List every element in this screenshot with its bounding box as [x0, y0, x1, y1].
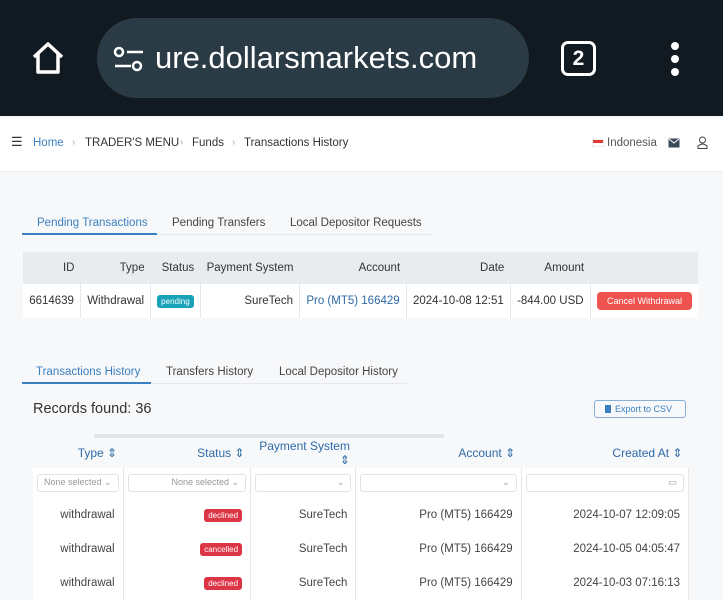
account-link[interactable]: Pro (MT5) 166429: [299, 284, 407, 318]
breadcrumb-funds[interactable]: Funds: [192, 137, 224, 149]
cell-type: Withdrawal: [80, 284, 152, 318]
column-header: Type: [80, 252, 151, 284]
tab-local-depositor-history[interactable]: Local Depositor History: [279, 366, 398, 378]
table-row: withdrawal declined SureTech Pro (MT5) 1…: [33, 566, 690, 600]
column-header: ID: [23, 252, 81, 284]
tab-count-button[interactable]: 2: [561, 41, 596, 76]
menu-icon[interactable]: ☰: [11, 134, 23, 150]
breadcrumb-home[interactable]: Home: [33, 137, 64, 149]
column-header: Date: [406, 252, 511, 284]
url-bar[interactable]: ure.dollarsmarkets.com: [97, 18, 529, 98]
calendar-icon: ▭: [668, 477, 677, 487]
type-filter[interactable]: None selected ⌄: [37, 474, 119, 492]
account-link[interactable]: Pro (MT5) 166429: [355, 498, 522, 532]
cell-type: withdrawal: [33, 532, 124, 566]
tab-pending-transfers[interactable]: Pending Transfers: [172, 217, 265, 229]
cell-amount: -844.00 USD: [510, 284, 591, 318]
breadcrumb-current: Transactions History: [244, 137, 349, 149]
breadcrumb-traders-menu[interactable]: TRADER'S MENU: [85, 137, 179, 149]
breadcrumb-separator: ›: [72, 137, 76, 148]
user-icon[interactable]: [697, 136, 708, 149]
cell-created-at: 2024-10-07 12:09:05: [521, 498, 690, 532]
cell-type: withdrawal: [33, 498, 124, 532]
indonesia-flag-icon: [592, 139, 604, 147]
column-header: [590, 252, 698, 284]
sort-account[interactable]: Account ⇕: [356, 438, 521, 468]
url-text: ure.dollarsmarkets.com: [155, 40, 478, 75]
status-badge: cancelled: [200, 542, 243, 556]
account-link[interactable]: Pro (MT5) 166429: [355, 532, 522, 566]
export-csv-button[interactable]: Export to CSV: [594, 400, 686, 418]
breadcrumb-separator: ›: [232, 137, 236, 148]
sort-payment-system[interactable]: Payment System ⇕: [251, 438, 356, 468]
breadcrumb-separator: ›: [180, 137, 184, 148]
status-badge: declined: [204, 508, 243, 522]
cell-payment-system: SureTech: [200, 284, 300, 318]
cancel-withdrawal-button[interactable]: Cancel Withdrawal: [596, 292, 692, 310]
status-filter[interactable]: None selected ⌄: [127, 474, 247, 492]
sort-created-at[interactable]: Created At ⇕: [521, 438, 688, 468]
status-badge: pending: [157, 294, 194, 308]
language-selector[interactable]: Indonesia: [607, 137, 657, 149]
export-label: Export to CSV: [615, 404, 673, 414]
site-settings-icon[interactable]: [113, 44, 145, 74]
page-header: ☰ Home › TRADER'S MENU › Funds › Transac…: [0, 118, 723, 172]
table-header-row: Type ⇕ Status ⇕ Payment System ⇕ Account…: [33, 438, 689, 468]
cell-payment-system: SureTech: [250, 532, 357, 566]
table-header-row: ID Type Status Payment System Account Da…: [23, 252, 698, 284]
file-icon: [605, 405, 611, 413]
active-tab-indicator: [22, 382, 151, 384]
cell-id: 6614639: [23, 284, 81, 318]
column-header: Amount: [510, 252, 591, 284]
sort-type[interactable]: Type ⇕: [33, 438, 123, 468]
cell-date: 2024-10-08 12:51: [406, 284, 511, 318]
cell-type: withdrawal: [33, 566, 124, 600]
mail-icon[interactable]: [668, 138, 680, 148]
home-icon[interactable]: [30, 40, 66, 76]
sort-status[interactable]: Status ⇕: [123, 438, 250, 468]
cell-payment-system: SureTech: [250, 498, 357, 532]
tab-transfers-history[interactable]: Transfers History: [166, 366, 253, 378]
browser-bar: ure.dollarsmarkets.com 2: [0, 0, 723, 116]
cell-created-at: 2024-10-05 04:05:47: [521, 532, 690, 566]
more-menu-icon[interactable]: [668, 40, 682, 78]
transactions-history-table: Type ⇕ Status ⇕ Payment System ⇕ Account…: [33, 438, 690, 600]
column-header: Payment System: [200, 252, 300, 284]
active-tab-indicator: [22, 233, 157, 235]
cell-created-at: 2024-10-03 07:16:13: [521, 566, 690, 600]
account-link[interactable]: Pro (MT5) 166429: [355, 566, 522, 600]
cell-payment-system: SureTech: [250, 566, 357, 600]
table-row: withdrawal cancelled SureTech Pro (MT5) …: [33, 532, 690, 566]
tab-pending-transactions[interactable]: Pending Transactions: [37, 217, 148, 229]
history-tabs: Transactions History Transfers History L…: [22, 366, 407, 386]
pending-transactions-table: ID Type Status Payment System Account Da…: [23, 252, 698, 318]
tab-transactions-history[interactable]: Transactions History: [36, 366, 140, 378]
date-filter[interactable]: ▭: [525, 474, 684, 492]
records-count: Records found: 36: [33, 401, 152, 417]
payment-system-filter[interactable]: ⌄: [255, 474, 352, 492]
filter-row: None selected ⌄ None selected ⌄ ⌄ ⌄ ▭: [33, 468, 690, 498]
account-filter[interactable]: ⌄: [360, 474, 517, 492]
column-header: Status: [150, 252, 201, 284]
table-row: withdrawal declined SureTech Pro (MT5) 1…: [33, 498, 690, 532]
tab-local-depositor-requests[interactable]: Local Depositor Requests: [290, 217, 422, 229]
status-badge: declined: [204, 576, 243, 590]
pending-tabs: Pending Transactions Pending Transfers L…: [22, 217, 432, 237]
column-header: Account: [299, 252, 407, 284]
table-row: 6614639 Withdrawal pending SureTech Pro …: [23, 284, 698, 318]
